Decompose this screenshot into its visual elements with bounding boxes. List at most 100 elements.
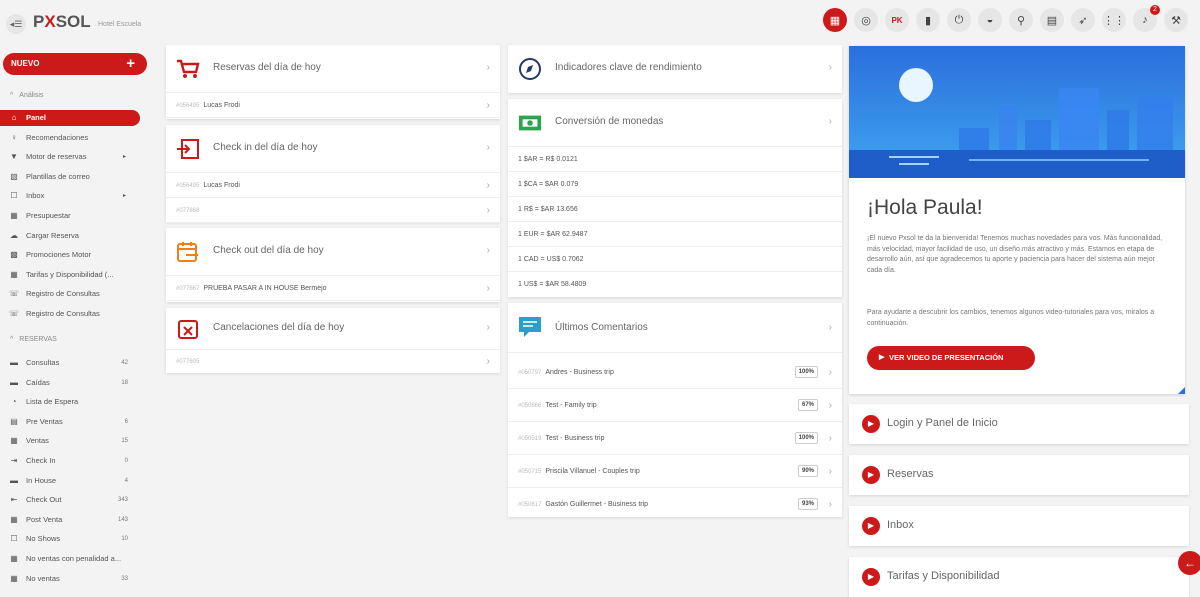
sidebar-item[interactable]: ▦ Tarifas y Disponibilidad (... bbox=[0, 267, 140, 283]
sidebar-item[interactable]: ▦ Post Venta 143 bbox=[0, 512, 140, 528]
pk-icon: PK bbox=[891, 15, 903, 25]
sidebar-item[interactable]: ♀ Recomendaciones bbox=[0, 130, 140, 146]
sidebar-item[interactable]: ☁ Cargar Reserva bbox=[0, 228, 140, 244]
sidebar-item[interactable]: ▼ Motor de reservas ▸ bbox=[0, 149, 140, 165]
sidebar-item-label: Registro de Consultas bbox=[26, 289, 100, 299]
sidebar-item[interactable]: ⌂ Panel bbox=[0, 110, 140, 126]
bell-button[interactable]: ♪ 2 bbox=[1133, 5, 1160, 32]
sidebar-item[interactable]: ▦ Presupuestar bbox=[0, 208, 140, 224]
card-header[interactable]: Cancelaciones del día de hoy › bbox=[166, 308, 500, 350]
menu-toggle-button[interactable]: ◂☰ bbox=[6, 14, 26, 34]
section-analisis-label: Análisis bbox=[19, 92, 44, 99]
sidebar-item[interactable]: ☏ Registro de Consultas bbox=[0, 286, 140, 302]
scroll-top-button[interactable]: ← bbox=[1178, 551, 1200, 575]
wrench-button[interactable]: ⚒ bbox=[1164, 8, 1188, 32]
chevron-right-icon: › bbox=[828, 400, 832, 411]
card-title: Cancelaciones del día de hoy bbox=[213, 322, 345, 333]
sidebar-item[interactable]: ▦ Ventas 15 bbox=[0, 433, 140, 449]
sidebar-item[interactable]: ▩ Promociones Motor bbox=[0, 247, 140, 263]
card-header[interactable]: Conversión de monedas › bbox=[508, 99, 842, 147]
sidebar-item[interactable]: ☐ Inbox ▸ bbox=[0, 188, 140, 204]
tutorial-item[interactable]: ▶ Reservas bbox=[849, 455, 1189, 495]
tutorial-item[interactable]: ▶ Login y Panel de Inicio bbox=[849, 404, 1189, 444]
list-item[interactable]: #077605 › bbox=[166, 350, 500, 373]
sidebar-item[interactable]: ◔ Lista de Espera bbox=[0, 394, 140, 410]
card-header[interactable]: Indicadores clave de rendimiento › bbox=[508, 45, 842, 93]
sidebar-item[interactable]: ▧ Plantillas de correo bbox=[0, 169, 140, 185]
list-item[interactable]: #056495 Lucas Frodi › bbox=[166, 173, 500, 198]
list-item[interactable]: #077667 PRUEBA PASAR A IN HOUSE Bermejo › bbox=[166, 276, 500, 301]
currency-rate-row: 1 $AR = R$ 0.0121 bbox=[508, 147, 842, 172]
count-badge: 15 bbox=[121, 438, 128, 445]
count-badge: 143 bbox=[117, 516, 128, 523]
power-button[interactable]: ⏻ bbox=[947, 8, 971, 32]
tutorial-item[interactable]: ▶ Tarifas y Disponibilidad bbox=[849, 557, 1189, 597]
sidebar-item[interactable]: ▬ In House 4 bbox=[0, 473, 140, 489]
resize-corner bbox=[1178, 387, 1185, 394]
reflection-line bbox=[889, 156, 939, 158]
grid-icon: ⋮⋮ bbox=[1103, 14, 1125, 27]
pxsol-logo[interactable]: PXSOL bbox=[33, 12, 91, 32]
menu-item-icon: ☐ bbox=[10, 191, 18, 201]
support-icon: ◎ bbox=[861, 14, 871, 27]
list-item[interactable]: #077868 › bbox=[166, 198, 500, 223]
card-kpi[interactable]: Indicadores clave de rendimiento › bbox=[508, 45, 842, 93]
sidebar-item[interactable]: ⇤ Check Out 343 bbox=[0, 492, 140, 508]
support-button[interactable]: ◎ bbox=[854, 8, 878, 32]
list-item[interactable]: #056495 Lucas Frodi › bbox=[166, 93, 500, 118]
section-reservas[interactable]: ^ RESERVAS bbox=[10, 336, 57, 343]
rocket-button[interactable]: ➶ bbox=[1071, 8, 1095, 32]
card-header[interactable]: Check in del día de hoy › bbox=[166, 125, 500, 173]
sidebar-item[interactable]: ▬ Consultas 42 bbox=[0, 355, 140, 371]
sidebar-item-label: Panel bbox=[26, 113, 47, 122]
comment-row[interactable]: #050715 Priscila Villanuel - Couples trip… bbox=[508, 455, 842, 488]
globe-button[interactable]: ◒ bbox=[978, 8, 1002, 32]
comment-row[interactable]: #050617 Gastón Guillermet - Business trip… bbox=[508, 488, 842, 521]
sidebar-item[interactable]: ▤ Pre Ventas 6 bbox=[0, 414, 140, 430]
play-icon: ▶ bbox=[879, 354, 885, 361]
sidebar-item-label: Cargar Reserva bbox=[26, 230, 79, 240]
grid-button[interactable]: ⋮⋮ bbox=[1102, 8, 1126, 32]
card-header[interactable]: Últimos Comentarios › bbox=[508, 303, 842, 353]
comment-row[interactable]: #050797 Andres - Business trip 100% › bbox=[508, 356, 842, 389]
section-reservas-label: RESERVAS bbox=[19, 336, 57, 343]
booking-id: #050666 bbox=[518, 403, 542, 409]
comment-row[interactable]: #050519 Test - Business trip 100% › bbox=[508, 422, 842, 455]
search-button[interactable]: ⚲ bbox=[1009, 8, 1033, 32]
currency-rate-row: 1 CAD = US$ 0.7062 bbox=[508, 247, 842, 272]
bell-icon: ♪ bbox=[1142, 14, 1148, 26]
sidebar-item[interactable]: ☏ Registro de Consultas bbox=[0, 306, 140, 322]
sidebar-item-label: In House bbox=[26, 475, 57, 485]
chevron-up-icon: ^ bbox=[10, 92, 14, 99]
card-header[interactable]: Reservas del día de hoy › bbox=[166, 45, 500, 93]
chevron-right-icon: › bbox=[828, 62, 832, 73]
sidebar-item[interactable]: ⇥ Check In 0 bbox=[0, 453, 140, 469]
play-icon: ▶ bbox=[862, 517, 880, 535]
watch-video-button[interactable]: ▶ VER VIDEO DE PRESENTACIÓN bbox=[867, 346, 1035, 370]
logo-part-2: SOL bbox=[55, 12, 91, 31]
reflection-line bbox=[899, 163, 929, 165]
sidebar-item-label: Pre Ventas bbox=[26, 416, 63, 426]
section-analisis[interactable]: ^ Análisis bbox=[10, 92, 43, 99]
card-header[interactable]: Check out del día de hoy › bbox=[166, 228, 500, 276]
sidebar-item-label: Inbox bbox=[26, 191, 45, 201]
document-button[interactable]: ▤ bbox=[1040, 8, 1064, 32]
sidebar-item[interactable]: ▦ No ventas 33 bbox=[0, 571, 140, 587]
book-button[interactable]: ▮ bbox=[916, 8, 940, 32]
card-checkin-hoy: Check in del día de hoy › #056495 Lucas F… bbox=[166, 125, 500, 223]
comment-row[interactable]: #050666 Test - Family trip 67% › bbox=[508, 389, 842, 422]
new-button[interactable]: NUEVO + bbox=[3, 53, 147, 75]
sidebar-item[interactable]: ☐ No Shows 10 bbox=[0, 531, 140, 547]
expand-arrow-icon: ▸ bbox=[122, 154, 126, 161]
pk-button[interactable]: PK bbox=[885, 8, 909, 32]
comment-text: Gastón Guillermet - Business trip bbox=[545, 501, 649, 508]
tutorial-item[interactable]: ▶ Inbox bbox=[849, 506, 1189, 546]
sidebar-item[interactable]: ▦ No ventas con penalidad a... bbox=[0, 551, 140, 567]
card-title: Check in del día de hoy bbox=[213, 142, 318, 153]
globe-icon: ◒ bbox=[986, 14, 994, 26]
hotel-name[interactable]: Hotel Escuela bbox=[98, 21, 141, 28]
chevron-right-icon: › bbox=[828, 499, 832, 510]
sidebar-item[interactable]: ▬ Caídas 18 bbox=[0, 375, 140, 391]
calendar-button[interactable]: ▦ bbox=[823, 8, 847, 32]
currency-rate-row: 1 $CA = $AR 0.079 bbox=[508, 172, 842, 197]
